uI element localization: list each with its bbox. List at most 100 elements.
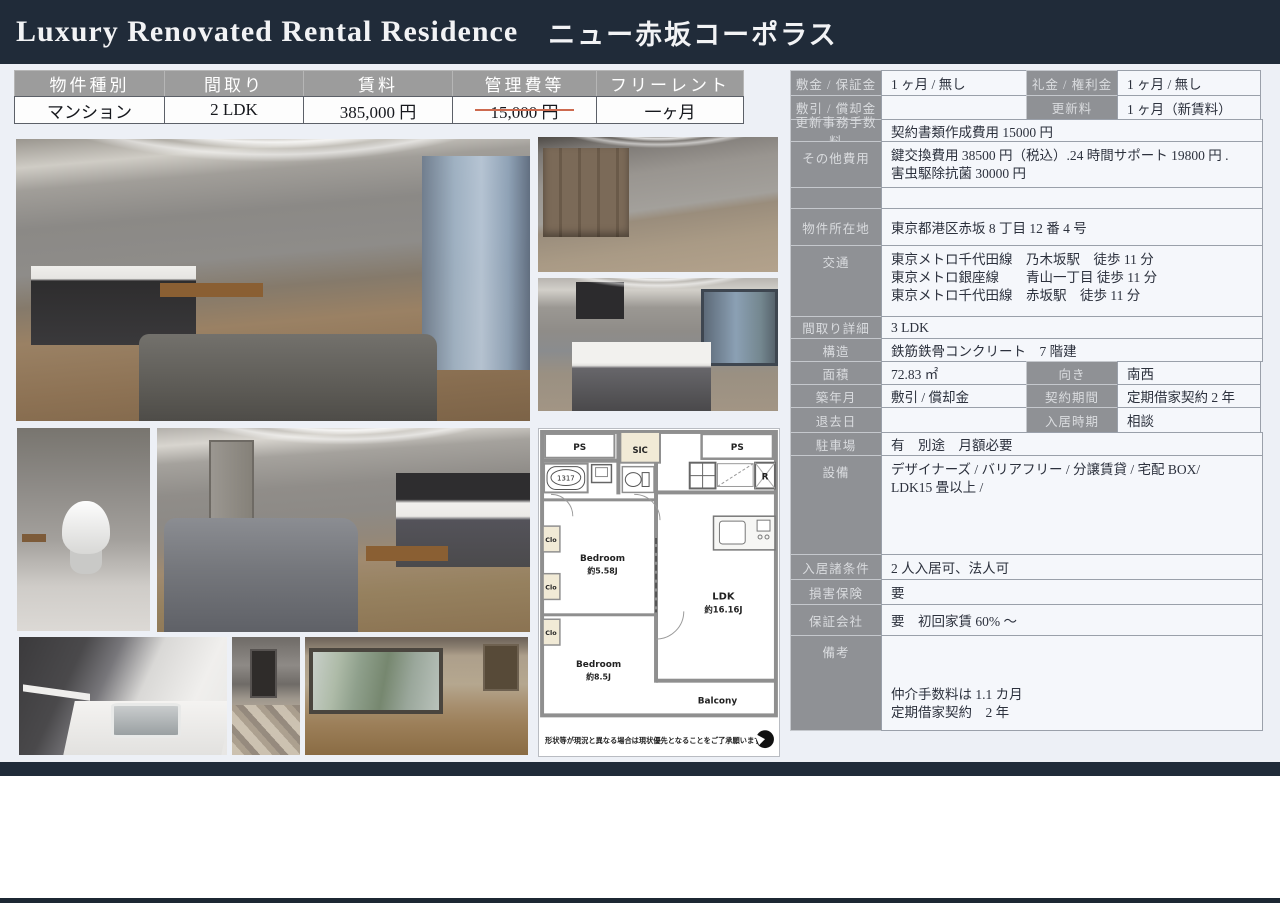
detail-row-parking: 駐車場 有 別途 月額必要 — [790, 432, 1264, 456]
photo-kitchen-counter — [538, 278, 778, 411]
floorplan-note: 形状等が現況と異なる場合は現状優先となることをご了承願います。 — [545, 736, 768, 745]
summary-value-layout: 2 LDK — [164, 96, 304, 124]
header-bar: Luxury Renovated Rental Residence ニュー赤坂コ… — [0, 0, 1280, 64]
detail-value: 敷引 / 償却金 — [881, 384, 1027, 408]
photo-living-dining-kitchen — [16, 139, 530, 421]
detail-label: 設備 — [790, 455, 882, 555]
ldk-name: LDK — [712, 591, 735, 602]
detail-label: 更新事務手数料 — [790, 119, 882, 142]
detail-value: 定期借家契約 2 年 — [1117, 384, 1261, 408]
detail-label: 向き — [1026, 361, 1118, 385]
detail-row-remarks: 備考 仲介手数料は 1.1 カ月 定期借家契約 2 年 — [790, 635, 1264, 731]
dining-table-shape — [366, 546, 448, 560]
detail-label: 契約期間 — [1026, 384, 1118, 408]
closet-shape — [483, 644, 519, 691]
detail-row-structure: 構造 鉄筋鉄骨コンクリート 7 階建 — [790, 338, 1264, 362]
bottom-margin — [0, 776, 1280, 906]
detail-label: 構造 — [790, 338, 882, 362]
fridge-label: R — [762, 473, 769, 483]
detail-value-line: デザイナーズ / バリアフリー / 分譲賃貸 / 宅配 BOX/ — [891, 461, 1200, 479]
summary-header-type: 物件種別 — [14, 70, 165, 97]
summary-header-row: 物件種別 間取り 賃料 管理費等 フリーレント — [14, 70, 748, 97]
detail-row-blank — [790, 187, 1264, 209]
detail-value: 東京都港区赤坂 8 丁目 12 番 4 号 — [881, 208, 1263, 246]
detail-value: 要 — [881, 579, 1263, 605]
summary-value-row: マンション 2 LDK 385,000 円 15,000 円 一ヶ月 — [14, 96, 748, 124]
sofa-shape — [139, 334, 437, 421]
shelf-shape — [23, 684, 90, 700]
detail-value — [881, 187, 1263, 209]
sink-shape — [111, 703, 182, 738]
footer-bar — [0, 762, 1280, 776]
summary-value-fee: 15,000 円 — [452, 96, 597, 124]
floorplan-card: PS 1317 SIC PS — [538, 428, 780, 757]
detail-label: 築年月 — [790, 384, 882, 408]
detail-value-line: 害虫駆除抗菌 30000 円 — [891, 165, 1026, 183]
detail-label: 備考 — [790, 635, 882, 731]
detail-row-moveout: 退去日 入居時期 相談 — [790, 407, 1264, 433]
photo-room-large-window — [305, 637, 528, 755]
detail-row-renewal-fee: 更新事務手数料 契約書類作成費用 15000 円 — [790, 119, 1264, 142]
page-title-en: Luxury Renovated Rental Residence — [16, 15, 518, 49]
detail-label: 面積 — [790, 361, 882, 385]
sic-label: SIC — [632, 445, 647, 455]
bottom-rule — [0, 898, 1280, 903]
detail-label — [790, 187, 882, 209]
range-hood-shape — [576, 282, 624, 319]
toilet-bowl-shape — [62, 501, 110, 554]
summary-value-type: マンション — [14, 96, 165, 124]
photo-toilet — [17, 428, 150, 631]
detail-label: 損害保険 — [790, 579, 882, 605]
closet-label-2: Clo — [545, 584, 557, 592]
ldk-size: 約16.16J — [704, 604, 742, 614]
detail-value-line: LDK15 畳以上 / — [891, 479, 983, 497]
summary-header-layout: 間取り — [164, 70, 304, 97]
detail-row-equipment: 設備 デザイナーズ / バリアフリー / 分譲賃貸 / 宅配 BOX/ LDK1… — [790, 455, 1264, 555]
summary-table: 物件種別 間取り 賃料 管理費等 フリーレント マンション 2 LDK 385,… — [14, 70, 748, 124]
window-shape — [701, 289, 778, 366]
detail-value-line: 鍵交換費用 38500 円（税込）.24 時間サポート 19800 円 . — [891, 147, 1229, 165]
detail-value-line: 東京メトロ千代田線 赤坂駅 徒歩 11 分 — [891, 287, 1140, 305]
detail-label: 退去日 — [790, 407, 882, 433]
detail-value: 鉄筋鉄骨コンクリート 7 階建 — [881, 338, 1263, 362]
detail-value-line: 東京メトロ千代田線 乃木坂駅 徒歩 11 分 — [891, 251, 1154, 269]
window-shape — [309, 648, 443, 714]
kitchen-island-shape — [572, 342, 711, 411]
bath-size-label: 1317 — [557, 475, 575, 483]
photo-entrance-hall — [232, 637, 300, 755]
summary-value-freerent: 一ヶ月 — [596, 96, 744, 124]
ps-label-right: PS — [731, 443, 744, 453]
detail-label: その他費用 — [790, 141, 882, 188]
detail-label: 入居時期 — [1026, 407, 1118, 433]
detail-label: 礼金 / 権利金 — [1026, 70, 1118, 96]
detail-value: 契約書類作成費用 15000 円 — [881, 119, 1263, 142]
sofa-shape — [164, 518, 358, 632]
photo-kitchen-sink — [19, 637, 227, 755]
summary-header-freerent: フリーレント — [596, 70, 744, 97]
detail-value — [881, 407, 1027, 433]
detail-row-insurance: 損害保険 要 — [790, 579, 1264, 605]
detail-label: 交通 — [790, 245, 882, 317]
summary-header-fee: 管理費等 — [452, 70, 597, 97]
detail-label: 保証会社 — [790, 604, 882, 636]
detail-value: 3 LDK — [881, 316, 1263, 339]
detail-value: 要 初回家賃 60% ～ — [881, 604, 1263, 636]
closet-label-1: Clo — [545, 536, 557, 544]
bedroom2-size: 約8.5J — [586, 672, 611, 682]
summary-header-rent: 賃料 — [303, 70, 453, 97]
stone-floor-shape — [232, 705, 300, 755]
property-flyer-page: Luxury Renovated Rental Residence ニュー赤坂コ… — [0, 0, 1280, 906]
detail-row-address: 物件所在地 東京都港区赤坂 8 丁目 12 番 4 号 — [790, 208, 1264, 246]
page-title-ja: ニュー赤坂コーポラス — [548, 13, 837, 52]
detail-label: 敷金 / 保証金 — [790, 70, 882, 96]
detail-value: 1 ヶ月 / 無し — [881, 70, 1027, 96]
sliding-doors-shape — [543, 148, 629, 237]
detail-value: デザイナーズ / バリアフリー / 分譲賃貸 / 宅配 BOX/ LDK15 畳… — [881, 455, 1263, 555]
details-table: 敷金 / 保証金 1 ヶ月 / 無し 礼金 / 権利金 1 ヶ月 / 無し 敷引… — [790, 70, 1264, 731]
dining-table-shape — [160, 283, 263, 297]
detail-value-line: 東京メトロ銀座線 青山一丁目 徒歩 11 分 — [891, 269, 1157, 287]
floorplan-drawing: PS 1317 SIC PS — [539, 429, 779, 756]
detail-value: 1 ヶ月 / 無し — [1117, 70, 1261, 96]
shelf-shape — [22, 534, 46, 542]
detail-row-guarantor: 保証会社 要 初回家賃 60% ～ — [790, 604, 1264, 636]
